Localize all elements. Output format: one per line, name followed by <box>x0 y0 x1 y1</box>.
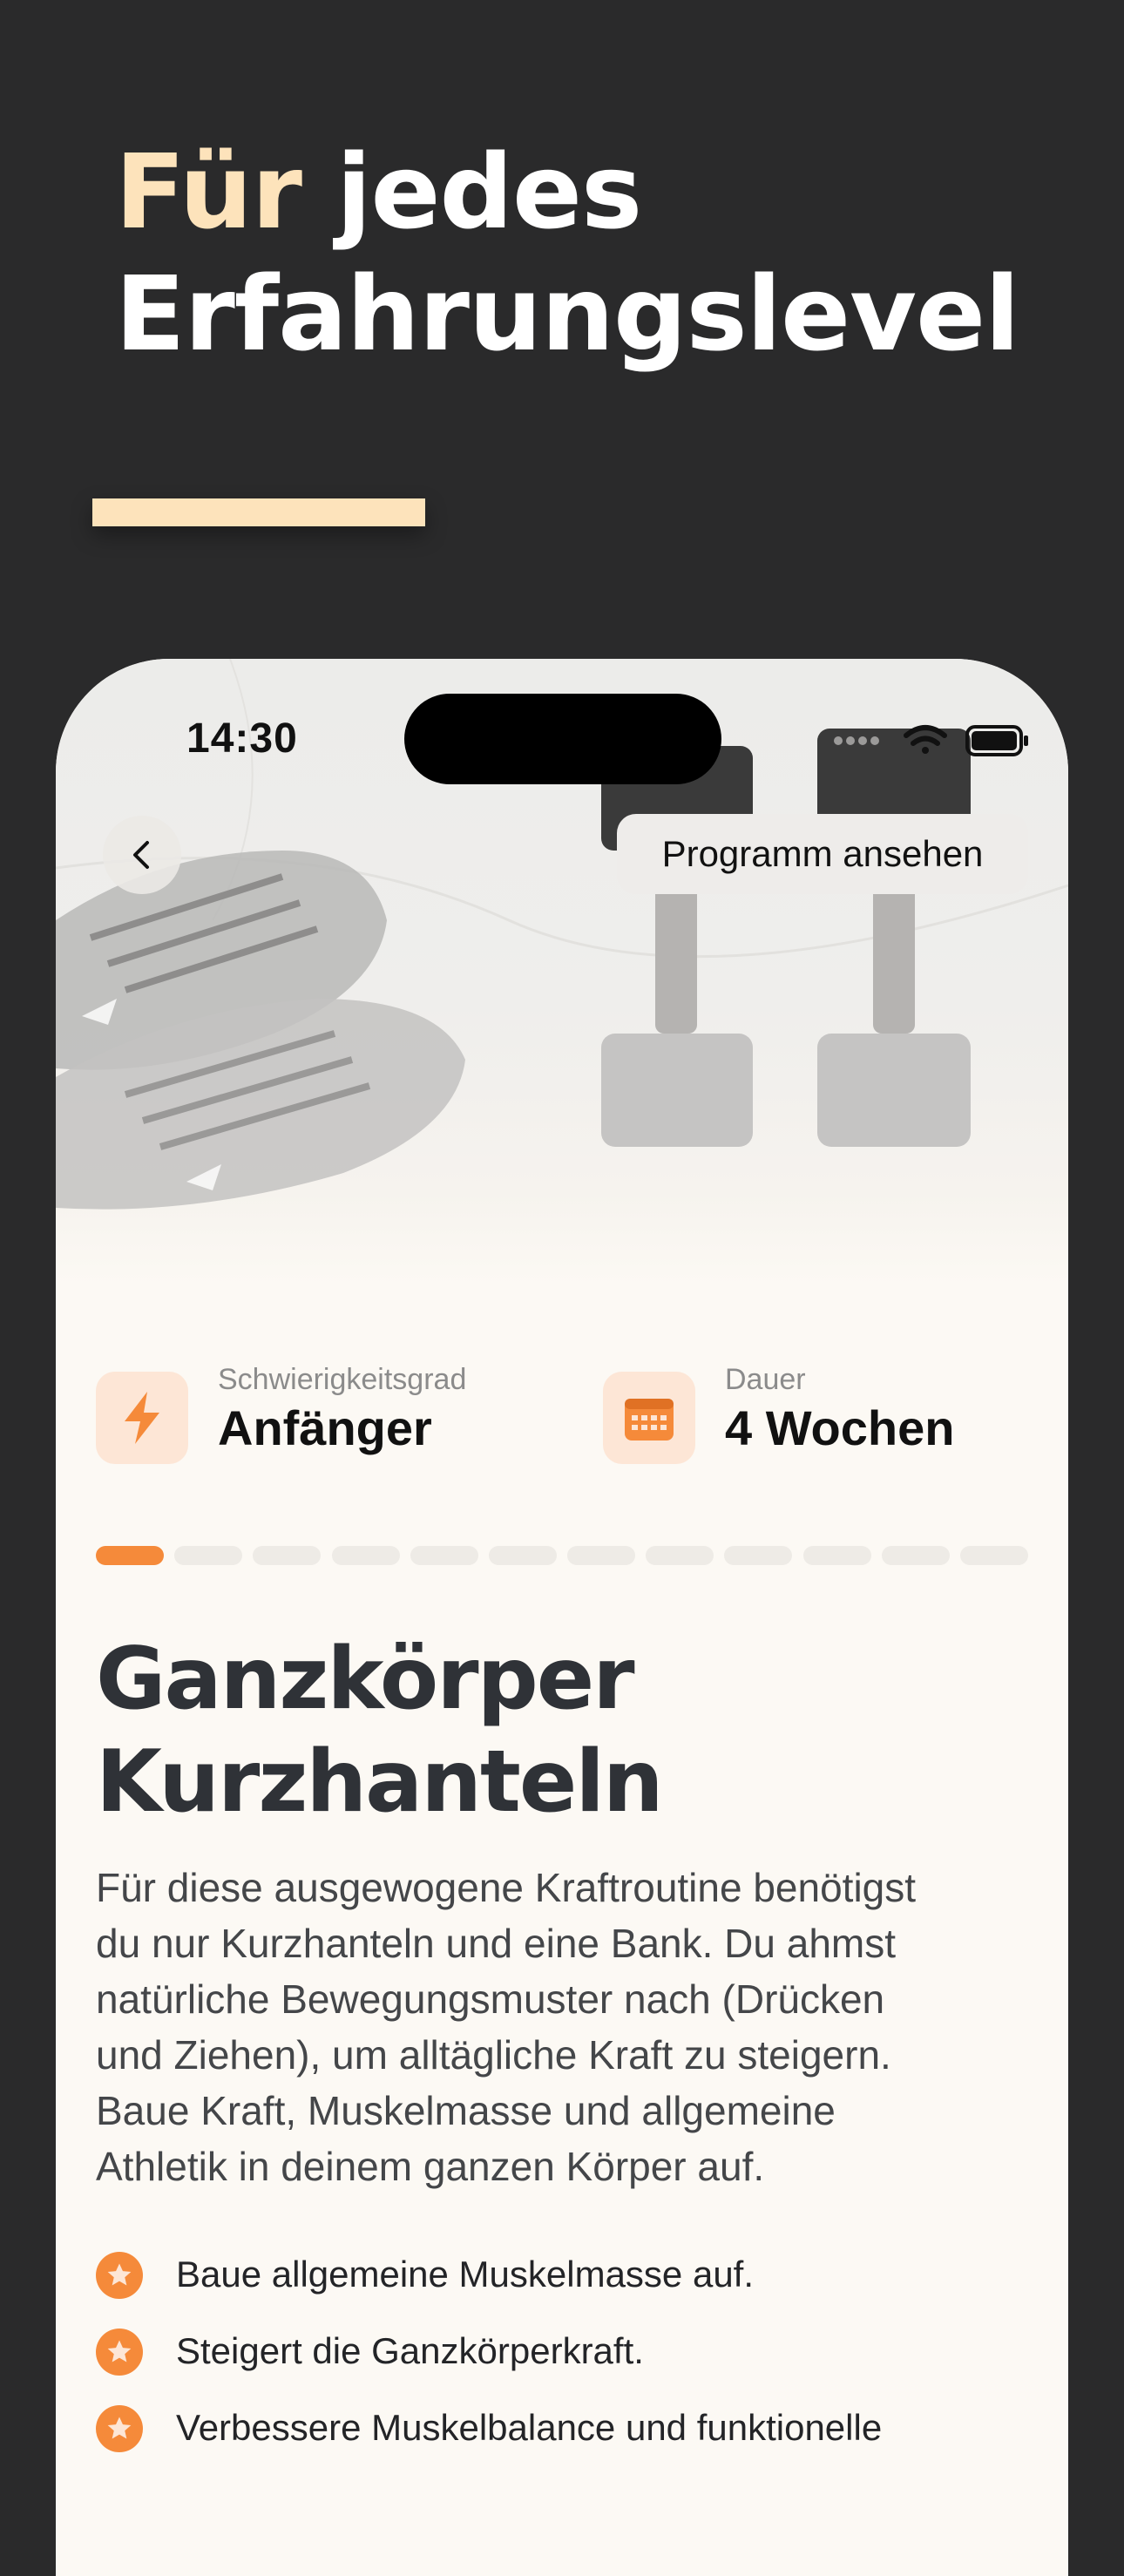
status-indicators <box>775 716 1037 760</box>
benefits-list: Baue allgemeine Muskelmasse auf. Steiger… <box>96 2248 1054 2478</box>
description-line: Für diese ausgewogene Kraftroutine benöt… <box>96 1865 917 1910</box>
description-line: Athletik in deinem ganzen Körper auf. <box>96 2144 765 2189</box>
description-line: und Ziehen), um alltägliche Kraft zu ste… <box>96 2032 891 2078</box>
description-line: du nur Kurzhanteln und eine Bank. Du ahm… <box>96 1921 897 1966</box>
headline-line-2: Erfahrungslevel <box>115 254 1020 374</box>
program-title: Ganzkörper Kurzhanteln <box>96 1628 1037 1834</box>
benefit-item: Verbessere Muskelbalance und funktionell… <box>96 2402 1054 2478</box>
marketing-headline: Für jedes Erfahrungslevel <box>115 131 1020 375</box>
lightning-icon <box>96 1372 188 1464</box>
dumbbells-illustration <box>601 729 971 1147</box>
dynamic-island <box>404 694 721 784</box>
signal-icon <box>834 736 879 745</box>
star-icon <box>96 2329 143 2376</box>
difficulty-label: Schwierigkeitsgrad <box>218 1363 467 1396</box>
progress-segment <box>96 1546 165 1565</box>
benefit-text: Verbessere Muskelbalance und funktionell… <box>176 2407 883 2448</box>
progress-segment <box>646 1546 714 1565</box>
progress-segment <box>174 1546 243 1565</box>
progress-segment <box>410 1546 478 1565</box>
star-icon <box>96 2405 143 2452</box>
star-icon <box>96 2252 143 2299</box>
progress-segment <box>331 1546 400 1565</box>
battery-icon <box>965 725 1028 756</box>
headline-word: jedes <box>336 132 642 252</box>
phone-mockup: 14:30 Programm ansehen Schwierigkeitsgra… <box>56 659 1068 2576</box>
week-progress <box>96 1546 1028 1565</box>
difficulty-info: Schwierigkeitsgrad Anfänger <box>96 1363 584 1464</box>
description-line: natürliche Bewegungsmuster nach (Drücken <box>96 1976 885 2022</box>
benefit-text: Baue allgemeine Muskelmasse auf. <box>176 2254 755 2295</box>
progress-segment <box>567 1546 636 1565</box>
progress-segment <box>802 1546 871 1565</box>
headline-underline <box>92 498 425 526</box>
progress-segment <box>724 1546 793 1565</box>
progress-segment <box>488 1546 557 1565</box>
benefit-item: Baue allgemeine Muskelmasse auf. <box>96 2248 1054 2325</box>
chevron-left-icon <box>133 841 149 869</box>
benefit-text: Steigert die Ganzkörperkraft. <box>176 2330 644 2371</box>
benefit-item: Steigert die Ganzkörperkraft. <box>96 2325 1054 2402</box>
duration-label: Dauer <box>725 1363 806 1396</box>
difficulty-value: Anfänger <box>218 1400 432 1455</box>
program-description: Für diese ausgewogene Kraftroutine benöt… <box>96 1860 1037 2194</box>
status-time: 14:30 <box>186 715 298 762</box>
calendar-icon <box>603 1372 695 1464</box>
progress-segment <box>881 1546 950 1565</box>
duration-info: Dauer 4 Wochen <box>603 1363 1039 1464</box>
progress-segment <box>253 1546 322 1565</box>
wifi-icon <box>904 725 947 754</box>
program-title-line-2: Kurzhanteln <box>96 1732 664 1832</box>
program-title-line-1: Ganzkörper <box>96 1630 635 1729</box>
sneakers-illustration <box>56 851 465 1210</box>
duration-value: 4 Wochen <box>725 1400 955 1455</box>
headline-accent-word: Für <box>115 132 302 252</box>
description-line: Baue Kraft, Muskelmasse und allgemeine <box>96 2088 836 2133</box>
view-program-button[interactable]: Programm ansehen <box>617 814 1028 894</box>
progress-segment <box>959 1546 1028 1565</box>
back-button[interactable] <box>103 816 181 894</box>
